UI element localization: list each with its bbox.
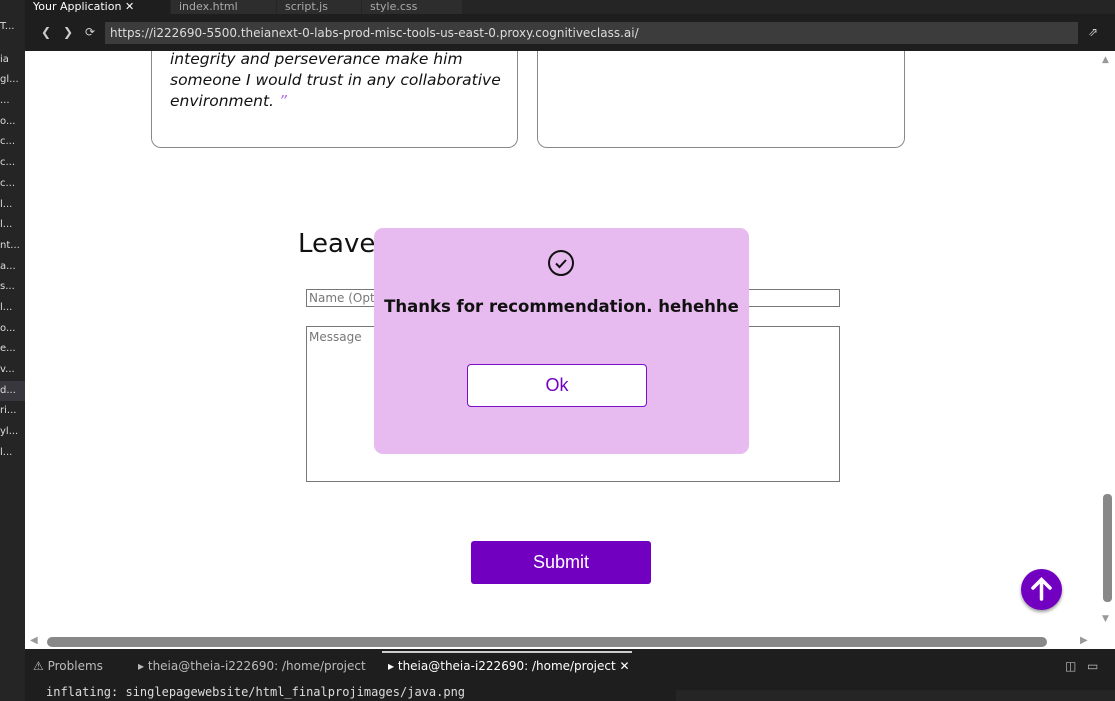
- tab-label: index.html: [179, 0, 238, 13]
- tab-label: theia@theia-i222690: /home/project: [397, 659, 616, 673]
- bottom-panel: ⚠ Problems ▸ theia@theia-i222690: /home/…: [25, 651, 1115, 701]
- explorer-item[interactable]: o...: [0, 319, 25, 340]
- scroll-to-top-button[interactable]: [1021, 569, 1062, 610]
- tab-problems[interactable]: ⚠ Problems: [33, 657, 103, 681]
- quote-line: environment.: [170, 92, 274, 110]
- terminal-icon: ▸: [138, 659, 145, 673]
- explorer-item[interactable]: d...: [0, 380, 25, 402]
- tab-script-js[interactable]: script.js: [277, 0, 361, 14]
- form-heading: Leave: [298, 229, 376, 259]
- tab-terminal-2[interactable]: ▸ theia@theia-i222690: /home/project ✕: [388, 657, 630, 681]
- explorer-item[interactable]: c...: [0, 132, 25, 153]
- testimonial-card: [537, 51, 905, 148]
- explorer-item[interactable]: ...: [0, 91, 25, 112]
- scroll-left-icon[interactable]: ◀: [30, 635, 38, 646]
- terminal-overlay: [676, 690, 1115, 701]
- explorer-item[interactable]: o...: [0, 112, 25, 133]
- tab-style-css[interactable]: style.css: [362, 0, 462, 14]
- explorer-item[interactable]: v...: [0, 360, 25, 381]
- explorer-item[interactable]: ri...: [0, 401, 25, 422]
- close-icon[interactable]: ✕: [125, 0, 134, 13]
- explorer-item[interactable]: yl...: [0, 422, 25, 443]
- tab-terminal-1[interactable]: ▸ theia@theia-i222690: /home/project: [138, 657, 366, 681]
- active-tab-indicator: [382, 651, 632, 653]
- terminal-output: inflating: singlepagewebsite/html_finalp…: [46, 685, 466, 699]
- split-icon[interactable]: ◫: [1065, 657, 1076, 681]
- check-circle-icon: [548, 250, 574, 276]
- scroll-down-icon[interactable]: ▼: [1102, 614, 1109, 624]
- scroll-right-icon[interactable]: ▶: [1080, 635, 1088, 646]
- explorer-item[interactable]: T...: [0, 17, 25, 38]
- close-quote-icon: ”: [278, 92, 287, 110]
- close-icon[interactable]: ✕: [620, 659, 630, 673]
- explorer-item[interactable]: l...: [0, 215, 25, 236]
- back-icon[interactable]: ❮: [41, 25, 51, 39]
- warning-icon: ⚠: [33, 659, 44, 673]
- scrollbar-thumb[interactable]: [1103, 494, 1112, 602]
- explorer-item[interactable]: c...: [0, 174, 25, 195]
- explorer-item[interactable]: ia: [0, 50, 25, 71]
- maximize-icon[interactable]: ▭: [1087, 657, 1098, 681]
- quote-line: someone I would trust in any collaborati…: [170, 71, 501, 89]
- tab-label: theia@theia-i222690: /home/project: [147, 659, 366, 673]
- terminal-icon: ▸: [388, 659, 395, 673]
- ok-button[interactable]: Ok: [467, 364, 647, 407]
- explorer-item[interactable]: gl...: [0, 70, 25, 91]
- explorer-item[interactable]: e...: [0, 339, 25, 360]
- dialog-message: Thanks for recommendation. hehehhe: [384, 297, 739, 316]
- explorer-item[interactable]: s...: [0, 277, 25, 298]
- testimonial-text: integrity and perseverance make him some…: [170, 51, 510, 112]
- tab-label: script.js: [285, 0, 328, 13]
- tab-label: style.css: [370, 0, 418, 13]
- explorer-item[interactable]: l...: [0, 298, 25, 319]
- scrollbar-thumb[interactable]: [47, 637, 1047, 647]
- explorer-item[interactable]: l...: [0, 443, 25, 464]
- open-external-icon[interactable]: ⇗: [1088, 25, 1098, 39]
- file-explorer: T... ia gl... ... o... c... c... c... l.…: [0, 0, 25, 701]
- tab-label: Your Application: [33, 0, 122, 13]
- tab-your-application[interactable]: Your Application ✕: [25, 0, 170, 14]
- horizontal-scrollbar[interactable]: ◀ ▶: [25, 634, 1115, 649]
- tab-label: Problems: [47, 659, 103, 673]
- tab-index-html[interactable]: index.html: [171, 0, 276, 14]
- explorer-item[interactable]: a...: [0, 257, 25, 278]
- success-dialog: Thanks for recommendation. hehehhe Ok: [374, 228, 749, 454]
- quote-line: integrity and perseverance make him: [170, 51, 463, 68]
- explorer-item[interactable]: c...: [0, 153, 25, 174]
- scroll-up-icon[interactable]: ▲: [1102, 55, 1109, 65]
- forward-icon[interactable]: ❯: [63, 25, 73, 39]
- submit-button[interactable]: Submit: [471, 541, 651, 584]
- editor-tabs: Your Application ✕ index.html script.js …: [25, 0, 1115, 14]
- explorer-item[interactable]: l...: [0, 195, 25, 216]
- explorer-item[interactable]: nt...: [0, 236, 25, 257]
- url-input[interactable]: https://i222690-5500.theianext-0-labs-pr…: [105, 22, 1078, 44]
- reload-icon[interactable]: ⟳: [85, 25, 95, 39]
- browser-toolbar: ❮ ❯ ⟳ https://i222690-5500.theianext-0-l…: [25, 14, 1115, 51]
- vertical-scrollbar[interactable]: ▲ ▼: [1098, 51, 1115, 634]
- arrow-up-icon: [1031, 577, 1052, 601]
